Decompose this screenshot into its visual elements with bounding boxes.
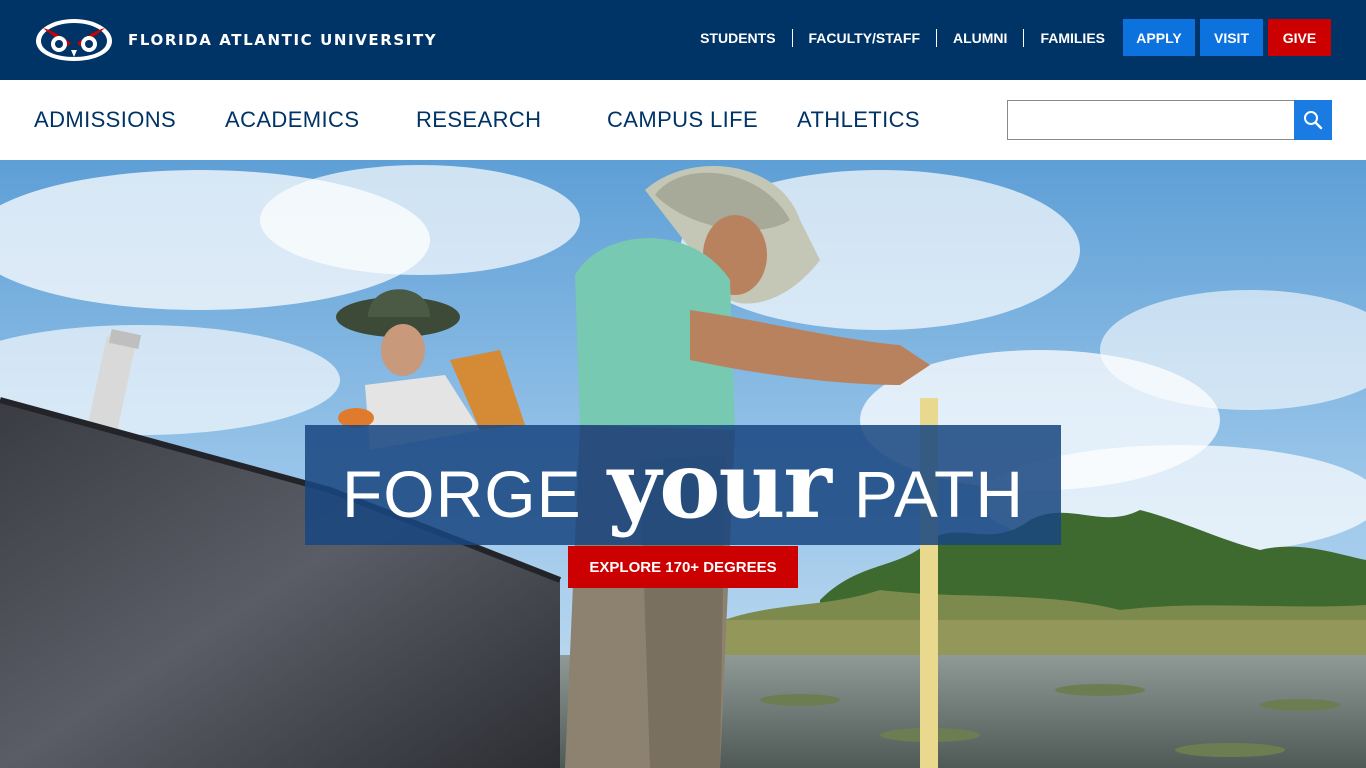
explore-degrees-button[interactable]: EXPLORE 170+ DEGREES — [568, 546, 798, 588]
top-bar: FLORIDA ATLANTIC UNIVERSITY STUDENTS FAC… — [0, 0, 1366, 80]
home-link[interactable]: FLORIDA ATLANTIC UNIVERSITY — [33, 16, 437, 64]
main-nav: ADMISSIONS ACADEMICS RESEARCH CAMPUS LIF… — [0, 80, 1366, 160]
search-button[interactable] — [1294, 100, 1332, 140]
nav-item-research[interactable]: RESEARCH — [416, 107, 541, 133]
hero-headline: FORGE your PATH — [342, 431, 1024, 539]
apply-button[interactable]: APPLY — [1123, 19, 1195, 56]
visit-button[interactable]: VISIT — [1200, 19, 1263, 56]
search-form — [1007, 100, 1332, 140]
audience-link-faculty-staff[interactable]: FACULTY/STAFF — [791, 29, 936, 47]
search-input[interactable] — [1007, 100, 1294, 140]
audience-nav: STUDENTS FACULTY/STAFF ALUMNI FAMILIES — [684, 27, 1105, 49]
nav-item-campus-life[interactable]: CAMPUS LIFE — [607, 107, 758, 133]
university-name: FLORIDA ATLANTIC UNIVERSITY — [128, 31, 438, 49]
headline-box: FORGE your PATH — [305, 425, 1061, 545]
search-icon — [1304, 111, 1323, 130]
audience-link-students[interactable]: STUDENTS — [684, 29, 791, 47]
nav-item-academics[interactable]: ACADEMICS — [225, 107, 359, 133]
give-button[interactable]: GIVE — [1268, 19, 1331, 56]
audience-link-alumni[interactable]: ALUMNI — [936, 29, 1023, 47]
nav-item-athletics[interactable]: ATHLETICS — [797, 107, 920, 133]
headline-word-your: your — [607, 431, 832, 539]
owl-logo-icon — [36, 19, 112, 61]
audience-link-families[interactable]: FAMILIES — [1023, 29, 1105, 47]
headline-word-forge: FORGE — [341, 457, 582, 531]
hero-banner: FORGE your PATH EXPLORE 170+ DEGREES — [0, 160, 1366, 768]
headline-word-path: PATH — [853, 457, 1025, 531]
nav-item-admissions[interactable]: ADMISSIONS — [34, 107, 176, 133]
